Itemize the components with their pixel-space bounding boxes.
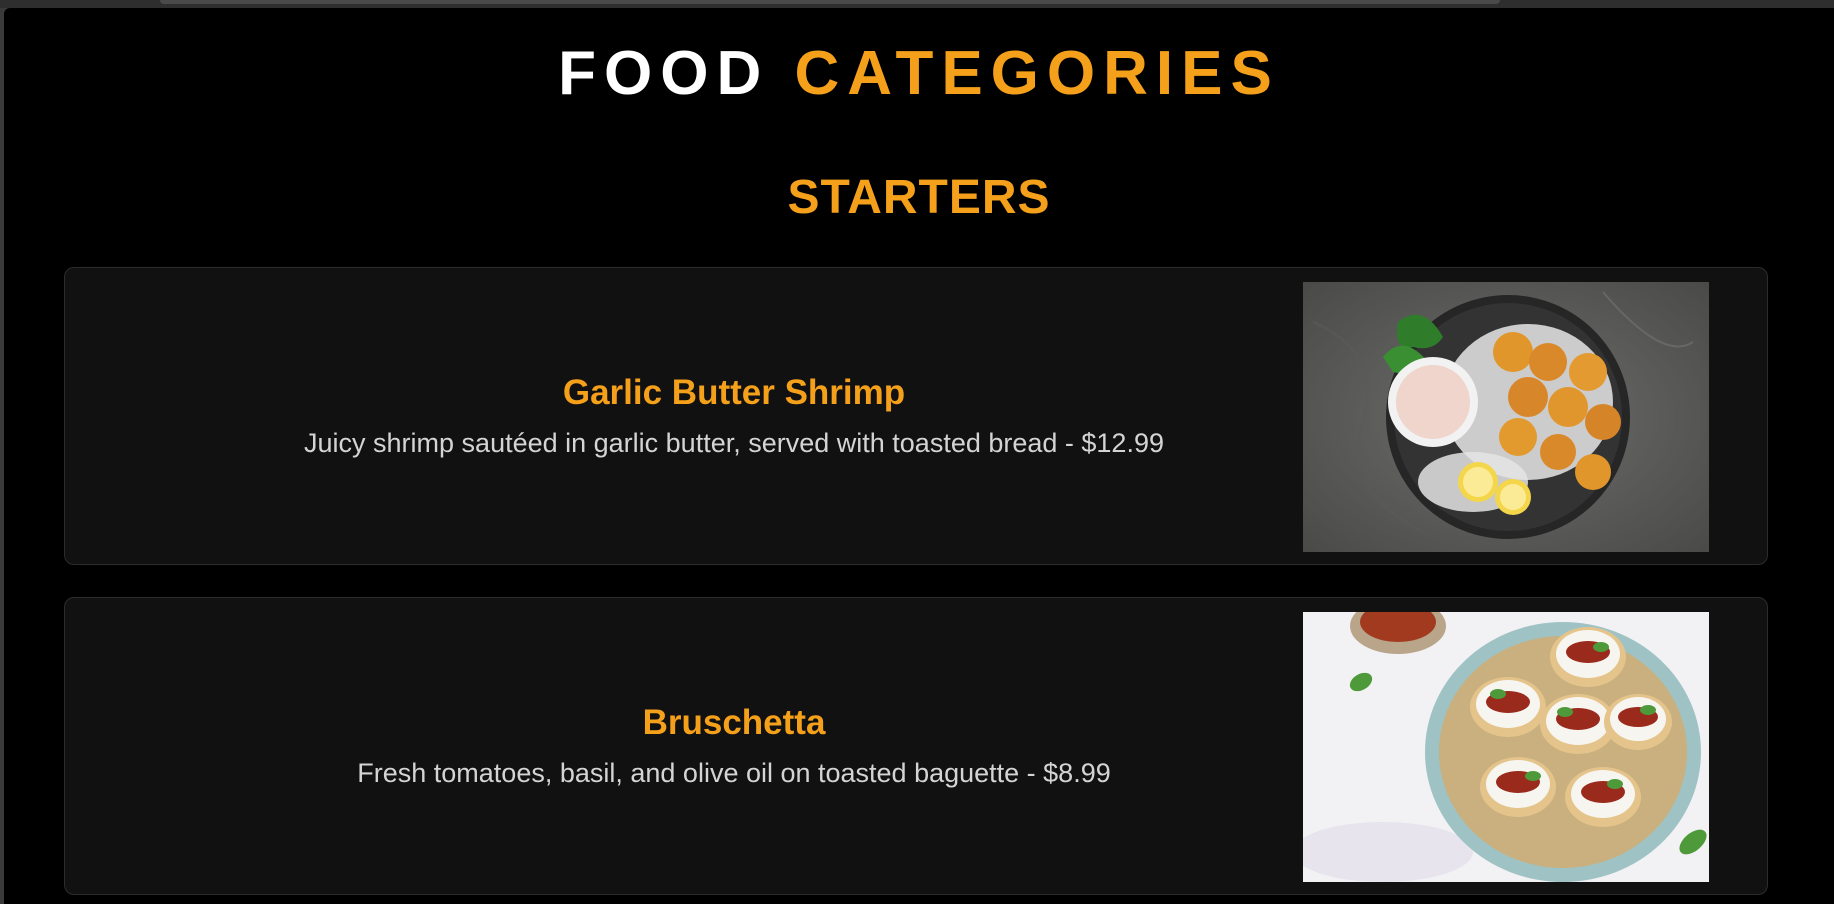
menu-item-text: Garlic Butter Shrimp Juicy shrimp sautée… xyxy=(65,268,1403,564)
menu-item-photo-shrimp xyxy=(1303,282,1709,552)
menu-item-card[interactable]: Garlic Butter Shrimp Juicy shrimp sautée… xyxy=(64,267,1768,565)
menu-item-text: Bruschetta Fresh tomatoes, basil, and ol… xyxy=(65,598,1403,894)
page-title: FOOD CATEGORIES xyxy=(4,34,1834,114)
page-title-word-2: CATEGORIES xyxy=(794,39,1280,108)
menu-item-card[interactable]: Bruschetta Fresh tomatoes, basil, and ol… xyxy=(64,597,1768,895)
menu-item-description: Juicy shrimp sautéed in garlic butter, s… xyxy=(304,428,1164,458)
bruschetta-plate-illustration xyxy=(1303,612,1709,882)
menu-item-photo-bruschetta xyxy=(1303,612,1709,882)
browser-top-strip xyxy=(0,0,1834,8)
scroll-indicator xyxy=(160,0,1500,4)
section-title-starters: STARTERS xyxy=(787,171,1051,224)
page-title-word-1: FOOD xyxy=(558,39,770,108)
menu-item-name: Garlic Butter Shrimp xyxy=(562,373,906,412)
shrimp-plate-illustration xyxy=(1303,282,1709,552)
menu-item-name: Bruschetta xyxy=(642,703,826,742)
menu-item-description: Fresh tomatoes, basil, and olive oil on … xyxy=(357,758,1111,788)
page-viewport: FOOD CATEGORIES STARTERS Garlic Butter S… xyxy=(4,8,1834,904)
